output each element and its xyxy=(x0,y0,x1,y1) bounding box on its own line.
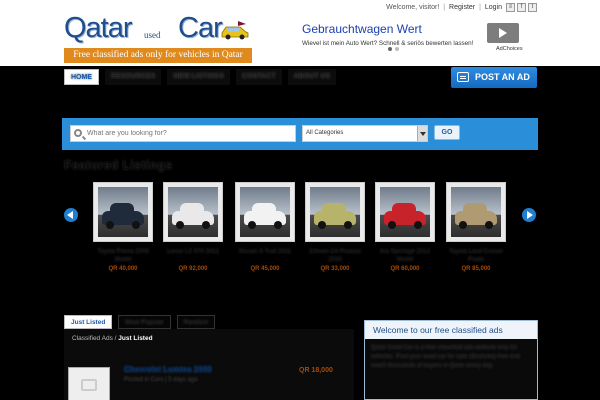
featured-photo-frame[interactable] xyxy=(446,182,506,242)
listing-meta: Posted in Cars | 5 days ago xyxy=(124,377,198,383)
featured-title[interactable]: Kia Sportage 2012 Model xyxy=(375,248,435,264)
site-header: Qatar used Car Free classified ads only … xyxy=(0,0,600,66)
rss-icon[interactable]: ≡ xyxy=(506,3,515,12)
register-link[interactable]: Register xyxy=(449,4,475,11)
featured-photo-frame[interactable] xyxy=(163,182,223,242)
car-photo xyxy=(98,187,148,237)
welcome-text: Welcome, visitor! xyxy=(386,4,440,11)
featured-price: QR 40,000 xyxy=(108,266,138,272)
image-placeholder-icon xyxy=(81,379,97,391)
nav-resources[interactable]: RESOURCES xyxy=(105,69,162,85)
featured-item[interactable]: Toyota Land Cruiser Prado QR 85,000 xyxy=(446,182,506,272)
listing-thumbnail[interactable] xyxy=(68,367,110,400)
nav-home[interactable]: HOME xyxy=(64,69,99,85)
post-ad-button[interactable]: POST AN AD xyxy=(451,67,537,88)
car-photo xyxy=(168,187,218,237)
featured-photo-frame[interactable] xyxy=(235,182,295,242)
ad-pager-dot[interactable] xyxy=(388,47,392,51)
breadcrumb-current: Just Listed xyxy=(118,335,153,342)
search-field xyxy=(70,125,296,142)
search-input[interactable] xyxy=(87,126,292,141)
featured-heading: Featured Listings xyxy=(64,158,173,172)
featured-photo-frame[interactable] xyxy=(305,182,365,242)
nav-contact[interactable]: CONTACT xyxy=(235,69,282,85)
go-button[interactable]: GO xyxy=(434,125,460,140)
logo-car-word: Car xyxy=(178,12,223,44)
login-link[interactable]: Login xyxy=(485,4,502,11)
featured-item[interactable]: Lexus LX 570 2012 QR 92,000 xyxy=(163,182,223,272)
featured-title[interactable]: Citroen C4 Picasso 2010 xyxy=(305,248,365,264)
category-select-value: All Categories xyxy=(306,130,344,136)
breadcrumb: Classified Ads / Just Listed xyxy=(72,335,153,342)
featured-item[interactable]: Citroen C4 Picasso 2010 QR 33,000 xyxy=(305,182,365,272)
social-links: ≡ f t xyxy=(506,3,537,12)
advertisement[interactable]: Gebrauchtwagen Wert Wievel ist mein Auto… xyxy=(300,18,538,52)
featured-title[interactable]: Nissan X-Trail 2011 xyxy=(235,248,295,264)
top-links: Welcome, visitor! | Register | Login xyxy=(386,4,502,11)
featured-item[interactable]: Kia Sportage 2012 Model QR 60,000 xyxy=(375,182,435,272)
ad-pager-dot[interactable] xyxy=(395,47,399,51)
car-logo-icon xyxy=(221,21,249,40)
car-photo xyxy=(380,187,430,237)
featured-title[interactable]: Toyota Previa 2006 Model xyxy=(93,248,153,264)
category-select[interactable]: All Categories xyxy=(302,125,428,142)
welcome-heading: Welcome to our free classified ads xyxy=(365,321,537,339)
listing-title[interactable]: Chevrolet Lumina 2008 xyxy=(124,365,212,374)
post-ad-icon xyxy=(457,72,469,82)
chevron-down-icon[interactable] xyxy=(417,126,427,141)
tab-just-listed[interactable]: Just Listed xyxy=(64,315,113,329)
facebook-icon[interactable]: f xyxy=(517,3,526,12)
tab-random[interactable]: Random xyxy=(176,315,216,329)
twitter-icon[interactable]: t xyxy=(528,3,537,12)
listing-tabs: Just Listed Most Popular Random xyxy=(64,315,216,329)
post-ad-label: POST AN AD xyxy=(475,72,530,82)
featured-price: QR 60,000 xyxy=(390,266,420,272)
featured-photo-frame[interactable] xyxy=(375,182,435,242)
featured-price: QR 45,000 xyxy=(250,266,280,272)
featured-photo-frame[interactable] xyxy=(93,182,153,242)
nav-about-us[interactable]: ABOUT US xyxy=(287,69,337,85)
search-icon xyxy=(74,129,82,137)
featured-item[interactable]: Toyota Previa 2006 Model QR 40,000 xyxy=(93,182,153,272)
car-photo xyxy=(451,187,501,237)
featured-title[interactable]: Toyota Land Cruiser Prado xyxy=(446,248,506,264)
main-nav: HOME RESOURCES NEW LISTINGS CONTACT ABOU… xyxy=(64,69,337,85)
featured-item[interactable]: Nissan X-Trail 2011 QR 45,000 xyxy=(235,182,295,272)
car-photo xyxy=(240,187,290,237)
search-bar: All Categories GO xyxy=(62,118,538,150)
ad-title[interactable]: Gebrauchtwagen Wert xyxy=(302,22,422,36)
car-photo xyxy=(310,187,360,237)
carousel-prev-icon[interactable] xyxy=(64,208,78,222)
ad-arrow-icon[interactable] xyxy=(487,23,519,43)
logo-title: Qatar xyxy=(64,12,133,44)
ad-text: Wievel ist mein Auto Wert? Schnell & ser… xyxy=(302,40,474,47)
tab-most-popular[interactable]: Most Popular xyxy=(118,315,171,329)
nav-new-listings[interactable]: NEW LISTINGS xyxy=(167,69,230,85)
ad-choices-label[interactable]: AdChoices xyxy=(496,46,523,52)
listing-panel: Classified Ads / Just Listed Chevrolet L… xyxy=(64,329,354,400)
featured-price: QR 92,000 xyxy=(178,266,208,272)
featured-price: QR 33,000 xyxy=(320,266,350,272)
breadcrumb-root[interactable]: Classified Ads xyxy=(72,335,113,342)
ad-pager xyxy=(388,47,399,51)
welcome-text: Qatar Used Car is a free classified ads … xyxy=(371,345,520,369)
logo-tagline: Free classified ads only for vehicles in… xyxy=(64,48,252,63)
listing-price: QR 18,000 xyxy=(299,367,333,374)
featured-title[interactable]: Lexus LX 570 2012 xyxy=(163,248,223,264)
site-logo[interactable]: Qatar used Car Free classified ads only … xyxy=(64,10,254,64)
carousel-next-icon[interactable] xyxy=(522,208,536,222)
welcome-box: Welcome to our free classified ads Qatar… xyxy=(364,320,538,400)
logo-used-label: used xyxy=(144,30,161,40)
featured-price: QR 85,000 xyxy=(461,266,491,272)
